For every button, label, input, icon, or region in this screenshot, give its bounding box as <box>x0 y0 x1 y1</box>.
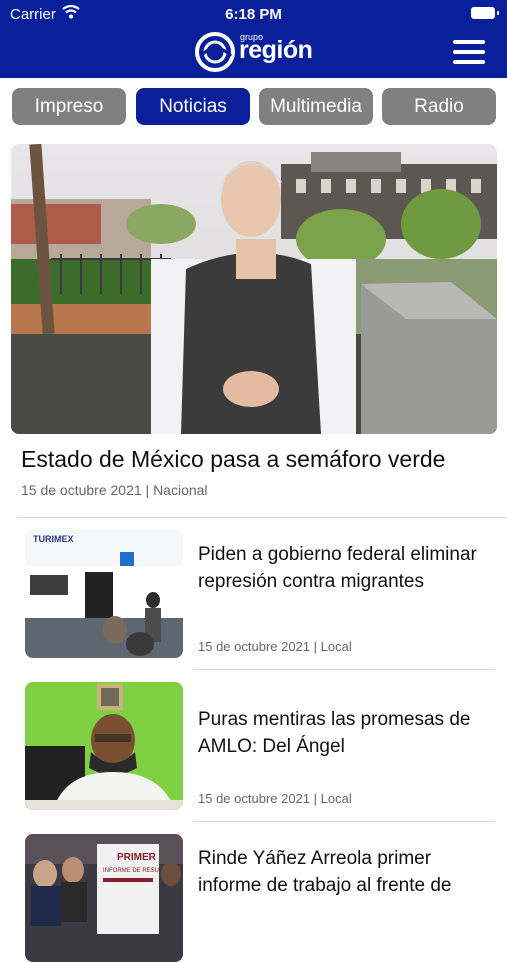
tab-impreso[interactable]: Impreso <box>12 88 126 125</box>
featured-article-meta: 15 de octubre 2021 | Nacional <box>21 482 208 498</box>
tab-multimedia[interactable]: Multimedia <box>259 88 373 125</box>
status-bar: Carrier 6:18 PM <box>0 0 507 28</box>
tab-noticias[interactable]: Noticias <box>136 88 250 125</box>
article-thumbnail[interactable] <box>25 682 183 810</box>
tab-label: Multimedia <box>270 95 362 117</box>
featured-article-image[interactable] <box>11 144 497 434</box>
tab-radio[interactable]: Radio <box>382 88 496 125</box>
tab-label: Impreso <box>34 95 104 117</box>
app-logo[interactable]: grupo región <box>193 30 317 74</box>
divider <box>193 669 495 670</box>
article-thumbnail[interactable]: PRIMER INFORME DE RESULTADOS <box>25 834 183 962</box>
article-meta: 15 de octubre 2021 | Local <box>198 791 352 806</box>
status-time: 6:18 PM <box>225 6 282 23</box>
poster-title-text: PRIMER <box>117 852 157 863</box>
logo-region-text: región <box>239 36 313 64</box>
app-header: Carrier 6:18 PM grupo región <box>0 0 507 78</box>
tab-label: Noticias <box>159 95 227 117</box>
divider <box>17 517 507 518</box>
hamburger-menu-icon[interactable] <box>453 38 485 66</box>
logo-icon <box>195 32 235 72</box>
article-title[interactable]: Puras mentiras las promesas de AMLO: Del… <box>198 706 498 760</box>
divider <box>193 821 495 822</box>
store-sign-text: TURIMEX <box>33 534 74 544</box>
article-meta: 15 de octubre 2021 | Local <box>198 639 352 654</box>
section-tabs: Impreso Noticias Multimedia Radio <box>12 88 496 126</box>
featured-article-title[interactable]: Estado de México pasa a semáforo verde <box>21 446 445 473</box>
wheelchair-icon <box>120 552 134 566</box>
tab-label: Radio <box>414 95 464 117</box>
article-title[interactable]: Piden a gobierno federal eliminar repres… <box>198 541 498 595</box>
article-thumbnail[interactable]: TURIMEX <box>25 530 183 658</box>
battery-icon <box>471 7 499 19</box>
article-title[interactable]: Rinde Yáñez Arreola primer informe de tr… <box>198 845 498 899</box>
